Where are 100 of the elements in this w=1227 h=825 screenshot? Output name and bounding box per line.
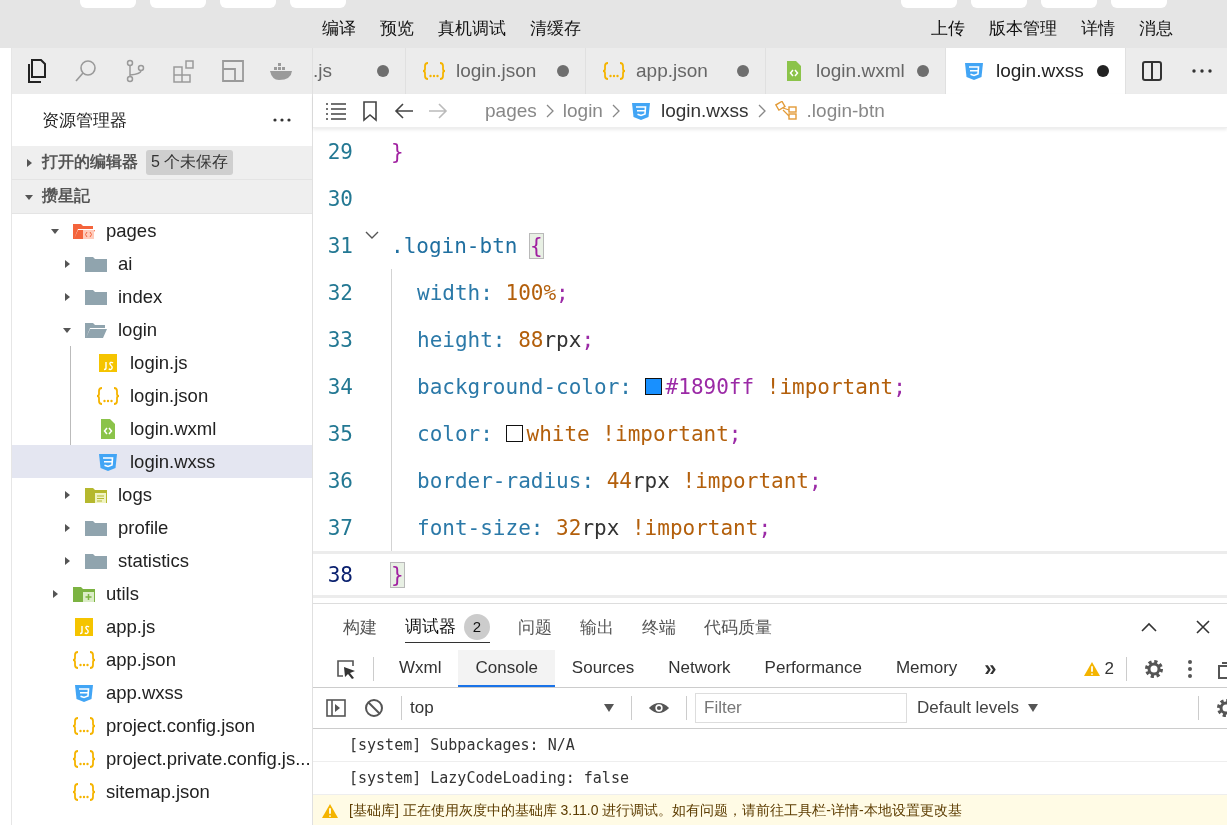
collapsed-caret-icon[interactable] <box>62 555 72 566</box>
chevron-right-icon <box>756 102 767 119</box>
toolbar-button-label[interactable]: 编译 <box>320 16 358 40</box>
panel-tab[interactable]: 代码质量 <box>704 612 772 642</box>
more-tabs-button[interactable]: » <box>974 655 1007 682</box>
breadcrumb-item[interactable]: .login-btn <box>806 99 885 122</box>
code-token: ; <box>893 374 906 399</box>
devtools-tab[interactable]: Network <box>651 650 748 687</box>
tree-item[interactable]: index <box>12 280 312 313</box>
code-token: color <box>417 421 481 446</box>
code-token: rpx <box>543 327 582 352</box>
code-token: rpx <box>631 468 670 493</box>
code-token: height <box>417 327 493 352</box>
toolbar-button-label[interactable]: 清缓存 <box>528 16 583 40</box>
devtools-tab[interactable]: Console <box>458 650 555 687</box>
color-swatch[interactable] <box>644 378 662 395</box>
more-icon[interactable] <box>272 117 292 123</box>
panel-tab[interactable]: 问题 <box>518 612 552 642</box>
code-token: background-color <box>417 374 620 399</box>
line-number: 38 <box>326 562 353 587</box>
line-number: 36 <box>326 468 353 493</box>
panel-tab[interactable]: 终端 <box>642 612 676 642</box>
breadcrumb-item[interactable]: login.wxss <box>660 99 749 122</box>
tree-item[interactable]: project.config.json <box>12 709 312 742</box>
editor-tab[interactable]: login.wxss <box>946 48 1126 94</box>
clear-console-icon[interactable] <box>363 697 385 719</box>
braces-icon <box>72 649 96 670</box>
tree-item[interactable]: pages <box>12 214 312 247</box>
section-header[interactable]: 打开的编辑器 5 个未保存 <box>12 146 312 180</box>
editor-tab[interactable]: .js <box>313 48 406 94</box>
editor-tab[interactable]: login.json <box>406 48 586 94</box>
code-token: ; <box>728 421 742 446</box>
editor-tab[interactable]: login.wxml <box>766 48 946 94</box>
collapsed-caret-icon[interactable] <box>62 291 72 302</box>
collapsed-caret-icon[interactable] <box>62 489 72 500</box>
tree-item[interactable]: login <box>12 313 312 346</box>
line-number: 35 <box>326 421 353 446</box>
js-file-icon <box>72 616 96 637</box>
section-header[interactable]: 攒星記 <box>12 180 312 214</box>
console-message: [system] LazyCodeLoading: false <box>349 769 629 787</box>
tree-item[interactable]: login.json <box>12 379 312 412</box>
log-levels-dropdown[interactable]: Default levels <box>917 698 1040 718</box>
toolbar-button-label[interactable]: 预览 <box>378 16 416 40</box>
editor-tab[interactable]: app.json <box>586 48 766 94</box>
panel-tab[interactable]: 构建 <box>343 612 377 642</box>
kebab-menu-icon[interactable] <box>1187 657 1193 680</box>
braces-icon <box>422 61 446 81</box>
tree-item[interactable]: app.js <box>12 610 312 643</box>
panel-tab[interactable]: 输出 <box>580 612 614 642</box>
settings-icon[interactable] <box>1143 657 1165 680</box>
devtools-tab[interactable]: Memory <box>878 650 975 687</box>
collapsed-caret-icon[interactable] <box>50 588 60 599</box>
panel-title: 资源管理器 <box>42 109 128 132</box>
tree-item[interactable]: utils <box>12 577 312 610</box>
chevron-right-icon <box>610 102 621 119</box>
breadcrumb-item[interactable]: pages <box>485 99 537 122</box>
sidebar-toggle-icon[interactable] <box>325 697 347 719</box>
collapsed-caret-icon[interactable] <box>62 258 72 269</box>
tree-item[interactable]: logs <box>12 478 312 511</box>
toolbar-button-label[interactable]: 版本管理 <box>987 16 1059 40</box>
line-number: 29 <box>326 139 353 164</box>
line-number: 34 <box>326 374 353 399</box>
toolbar-button-label[interactable]: 消息 <box>1137 16 1175 40</box>
tree-item[interactable]: login.js <box>12 346 312 379</box>
code-token: : <box>530 515 545 540</box>
fold-chevron-icon[interactable] <box>364 230 380 240</box>
code-token: ; <box>556 280 569 305</box>
count-badge: 2 <box>464 613 490 640</box>
filter-field[interactable]: Filter <box>695 693 907 723</box>
tree-item[interactable]: ai <box>12 247 312 280</box>
code-token: border-radius <box>417 468 582 493</box>
toolbar-button-label[interactable]: 真机调试 <box>436 16 508 40</box>
devtools-tab[interactable]: Sources <box>554 650 652 687</box>
tree-item[interactable]: statistics <box>12 544 312 577</box>
tree-item[interactable]: profile <box>12 511 312 544</box>
panel-tab[interactable]: 调试器 2 <box>405 611 490 643</box>
warning-counter[interactable]: 2 <box>1082 658 1114 679</box>
line-number: 32 <box>326 280 353 305</box>
tree-item[interactable]: app.wxss <box>12 676 312 709</box>
toolbar-button-label[interactable]: 详情 <box>1079 16 1117 40</box>
split-editor-icon[interactable] <box>1141 60 1163 82</box>
tree-item[interactable]: app.json <box>12 643 312 676</box>
tree-item[interactable]: project.private.config.js... <box>12 742 312 775</box>
devtools-tab[interactable]: Performance <box>747 650 879 687</box>
tree-item[interactable]: login.wxss <box>12 445 312 478</box>
color-swatch[interactable] <box>505 425 523 442</box>
collapsed-caret-icon[interactable] <box>24 157 34 168</box>
context-dropdown[interactable]: top <box>410 698 623 718</box>
code-token: !important <box>765 374 894 399</box>
toolbar-button-label[interactable]: 上传 <box>929 16 967 40</box>
inspect-icon[interactable] <box>335 657 357 680</box>
collapsed-caret-icon[interactable] <box>62 522 72 533</box>
code-token: 100% <box>505 280 557 305</box>
tree-item[interactable]: sitemap.json <box>12 775 312 808</box>
code-token: : <box>619 374 633 399</box>
tree-item[interactable]: login.wxml <box>12 412 312 445</box>
breadcrumb-item[interactable]: login <box>562 99 603 122</box>
css-file-icon <box>72 682 96 703</box>
devtools-tab[interactable]: Wxml <box>382 650 459 687</box>
js-file-icon <box>96 352 120 373</box>
